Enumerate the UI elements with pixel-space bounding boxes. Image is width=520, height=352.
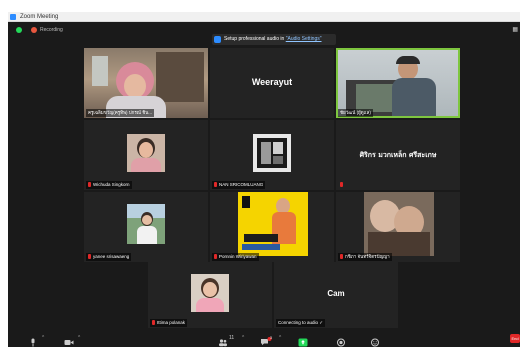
video-tile[interactable]: ครูเฉลิมขวัญ(ครูทิพ) ปกรณ์ ชิน... (84, 48, 208, 118)
participant-name-bar (338, 181, 347, 189)
reactions-icon (371, 338, 379, 347)
chat-button[interactable] (260, 334, 272, 346)
video-tile[interactable]: Cam Connecting to audio ✓ (274, 262, 398, 328)
participant-name: ชัยวัฒน์ (ผู้ดูแล) (338, 109, 373, 117)
meeting-area: Recording ▦ Setup professional audio in … (8, 22, 520, 347)
participant-avatar (191, 274, 229, 312)
audio-settings-banner[interactable]: Setup professional audio in "Audio Setti… (212, 34, 336, 45)
participant-avatar (127, 204, 165, 244)
participant-name: Ittima polanak (150, 319, 188, 327)
recording-label: Recording (40, 27, 63, 33)
participant-avatar (364, 192, 434, 256)
reactions-button[interactable] (370, 334, 380, 347)
video-tile[interactable]: Pornnin Wiriyawan (210, 192, 334, 262)
participant-name: กชิภา จันทร์จิตรปัญญา (338, 253, 392, 261)
participant-display-name: ศิริกร มวกเหล็ก ศรีสะเกษ (359, 150, 437, 159)
participant-audio-status: Connecting to audio ✓ (276, 319, 326, 327)
share-screen-button[interactable] (298, 334, 308, 347)
participant-name: Pornnin Wiriyawan (212, 253, 259, 261)
participant-display-name: Cam (327, 289, 345, 298)
camera-icon (64, 340, 74, 345)
muted-mic-icon (214, 254, 217, 259)
window-titlebar: Zoom Meeting (8, 12, 520, 22)
participants-button[interactable] (218, 334, 228, 347)
microphone-icon (31, 338, 35, 347)
participant-avatar (238, 192, 308, 256)
muted-mic-icon (88, 254, 91, 259)
audio-settings-link[interactable]: "Audio Settings" (286, 36, 322, 42)
video-button[interactable] (64, 334, 74, 345)
muted-mic-icon (214, 182, 217, 187)
video-tile[interactable]: ศิริกร มวกเหล็ก ศรีสะเกษ (336, 120, 460, 190)
banner-text: Setup professional audio in (224, 36, 286, 42)
participant-video (84, 48, 208, 118)
participants-options-chevron-icon[interactable]: ⌃ (241, 334, 245, 343)
video-tile[interactable]: Ittima polanak (148, 262, 272, 328)
encryption-shield-icon[interactable] (16, 27, 22, 33)
zoom-logo-icon (10, 14, 16, 20)
video-tile[interactable]: NAN SRICOMLUANG (210, 120, 334, 190)
end-meeting-button[interactable]: End (510, 334, 520, 343)
video-tile[interactable]: Weerayut (210, 48, 334, 118)
participants-count: 11 (229, 335, 235, 341)
video-tile[interactable]: กชิภา จันทร์จิตรปัญญา (336, 192, 460, 262)
participant-name: NAN SRICOMLUANG (212, 181, 266, 189)
participants-icon (219, 339, 227, 347)
participant-name: ครูเฉลิมขวัญ(ครูทิพ) ปกรณ์ ชิน... (86, 109, 155, 117)
mute-button[interactable] (28, 334, 38, 347)
participant-avatar (253, 134, 291, 172)
record-icon (337, 338, 345, 347)
muted-mic-icon (340, 182, 343, 187)
meeting-toolbar: ⌃ ⌃ 11 ⌃ 3 ⌃ End (8, 330, 520, 347)
record-button[interactable] (336, 334, 346, 347)
participant-name: yanee srisawaeng (86, 253, 132, 261)
participant-avatar (127, 134, 165, 172)
participant-video (338, 50, 458, 116)
recording-icon (31, 27, 37, 33)
video-tile[interactable]: Wichuda Singkorn (84, 120, 208, 190)
video-options-chevron-icon[interactable]: ⌃ (77, 334, 81, 343)
zoom-audio-icon (214, 36, 221, 43)
share-screen-icon (298, 338, 308, 347)
muted-mic-icon (88, 182, 91, 187)
participant-display-name: Weerayut (251, 77, 293, 87)
audio-options-chevron-icon[interactable]: ⌃ (41, 334, 45, 343)
video-tile[interactable]: yanee srisawaeng (84, 192, 208, 262)
chat-badge: 3 (270, 336, 272, 340)
app-window: Zoom Meeting Recording ▦ Setup professio… (0, 0, 520, 347)
participant-name: Wichuda Singkorn (86, 181, 132, 189)
muted-mic-icon (340, 254, 343, 259)
window-title: Zoom Meeting (20, 14, 59, 20)
video-tile-active-speaker[interactable]: ชัยวัฒน์ (ผู้ดูแล) (336, 48, 460, 118)
muted-mic-icon (152, 320, 155, 325)
chat-options-chevron-icon[interactable]: ⌃ (278, 334, 282, 343)
view-grid-icon[interactable]: ▦ (512, 26, 518, 33)
